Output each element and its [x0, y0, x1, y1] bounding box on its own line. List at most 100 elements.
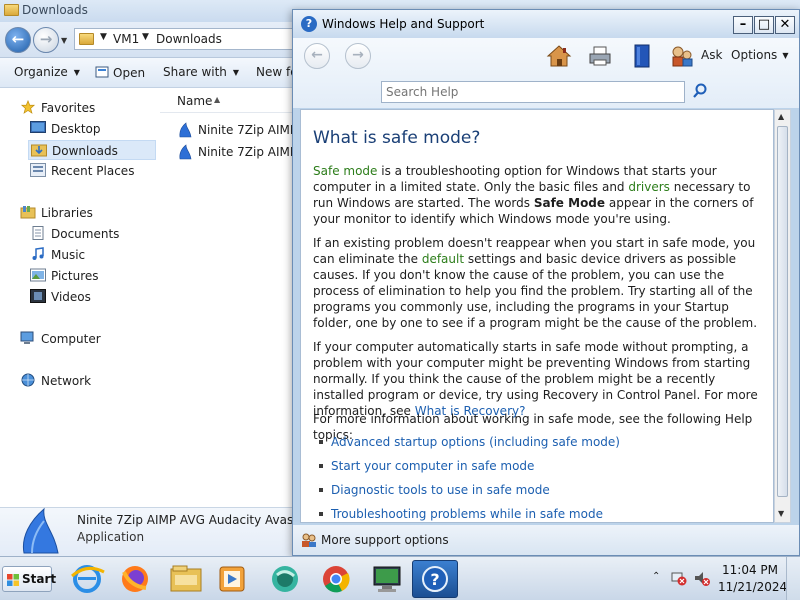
ask-icon[interactable]: [669, 43, 695, 69]
windows-logo-icon: [7, 574, 19, 586]
help-topic-link[interactable]: Start your computer in safe mode: [319, 459, 534, 473]
minimize-button[interactable]: –: [733, 16, 753, 34]
forward-button[interactable]: →: [33, 27, 59, 53]
nav-computer[interactable]: Computer: [18, 329, 156, 349]
maximize-button[interactable]: □: [754, 16, 774, 34]
safe-mode-glossary-link[interactable]: Safe mode: [313, 164, 377, 178]
bullet-icon: [319, 488, 323, 492]
action-center-icon[interactable]: [670, 569, 688, 587]
organize-label: Organize: [14, 65, 68, 79]
nav-item-documents[interactable]: Documents: [28, 224, 156, 244]
help-title-bar[interactable]: ? Windows Help and Support – □ ✕: [293, 10, 799, 38]
browse-help-icon[interactable]: [629, 43, 655, 69]
scroll-down-icon[interactable]: ▼: [778, 509, 784, 518]
help-topic-link[interactable]: Troubleshooting problems while in safe m…: [319, 507, 603, 521]
chevron-down-icon[interactable]: ▼: [100, 32, 107, 42]
clock-time[interactable]: 11:04 PM: [722, 563, 778, 577]
organize-button[interactable]: Organize ▼: [14, 65, 80, 79]
article-title: What is safe mode?: [313, 128, 481, 148]
file-row[interactable]: Ninite 7Zip AIMP: [175, 142, 292, 162]
help-topic-link[interactable]: Advanced startup options (including safe…: [319, 435, 620, 449]
search-help-input[interactable]: [381, 81, 685, 103]
show-desktop-button[interactable]: [786, 557, 800, 600]
back-button[interactable]: ←: [5, 27, 31, 53]
help-icon: ?: [301, 16, 317, 32]
nav-item-desktop[interactable]: Desktop: [28, 119, 156, 139]
nav-network-label: Network: [41, 374, 92, 388]
open-button[interactable]: Open: [95, 65, 145, 80]
chevron-down-icon[interactable]: ▼: [142, 32, 149, 42]
start-label: Start: [22, 572, 57, 586]
help-topic-label: Advanced startup options (including safe…: [331, 435, 620, 449]
scrollbar-thumb[interactable]: [777, 126, 788, 497]
address-box[interactable]: ▼ VM1 ▼ Downloads: [74, 28, 296, 50]
help-toolbar: ← → Ask Options ▼: [293, 38, 799, 108]
nav-favorites[interactable]: Favorites: [18, 98, 156, 118]
start-button[interactable]: Start: [2, 566, 56, 592]
windows-explorer-icon[interactable]: [163, 560, 209, 598]
messenger-icon[interactable]: [262, 560, 308, 598]
downloads-folder-icon: [31, 144, 47, 157]
share-with-label: Share with: [163, 65, 227, 79]
sort-ascending-icon: ▲: [214, 95, 221, 104]
options-menu[interactable]: Options ▼: [731, 48, 788, 62]
arrow-left-icon: ←: [311, 47, 323, 63]
nav-item-videos[interactable]: Videos: [28, 287, 156, 307]
vertical-scrollbar[interactable]: ▲ ▼: [774, 109, 791, 523]
details-file-type: Application: [77, 530, 145, 544]
ninite-installer-icon: [179, 122, 192, 138]
more-support-options-link[interactable]: More support options: [321, 533, 449, 547]
help-topic-label: Troubleshooting problems while in safe m…: [331, 507, 603, 521]
default-glossary-link[interactable]: default: [422, 252, 464, 266]
help-article: What is safe mode? Safe mode is a troubl…: [300, 109, 774, 523]
pictures-icon: [30, 268, 46, 282]
desktop-icon: [30, 121, 46, 133]
help-topic-link[interactable]: Diagnostic tools to use in safe mode: [319, 483, 550, 497]
computer-monitor-icon[interactable]: [364, 560, 410, 598]
videos-icon: [30, 289, 46, 303]
file-row[interactable]: Ninite 7Zip AIMP: [175, 120, 292, 140]
svg-text:?: ?: [430, 570, 439, 589]
forward-button[interactable]: →: [345, 43, 371, 69]
help-and-support-taskbar-button[interactable]: ?: [412, 560, 458, 598]
media-player-icon[interactable]: [209, 560, 255, 598]
help-status-bar: More support options: [293, 525, 799, 555]
show-hidden-icons-button[interactable]: ⌃: [652, 571, 660, 582]
nav-libraries[interactable]: Libraries: [18, 203, 156, 223]
internet-explorer-icon[interactable]: [64, 560, 110, 598]
nav-network[interactable]: Network: [18, 371, 156, 391]
close-button[interactable]: ✕: [775, 16, 795, 34]
explorer-title: Downloads: [22, 3, 88, 17]
help-topic-label: Start your computer in safe mode: [331, 459, 535, 473]
nav-item-label: Music: [51, 248, 86, 262]
nav-item-label: Recent Places: [51, 164, 135, 178]
nav-item-music[interactable]: Music: [28, 245, 156, 265]
breadcrumb-vm1[interactable]: VM1: [113, 32, 139, 46]
chrome-icon[interactable]: [313, 560, 359, 598]
nav-item-recent-places[interactable]: Recent Places: [28, 161, 156, 181]
breadcrumb-downloads[interactable]: Downloads: [156, 32, 222, 46]
ask-button[interactable]: Ask: [701, 48, 722, 62]
help-topic-label: Diagnostic tools to use in safe mode: [331, 483, 550, 497]
column-header-label: Name: [177, 94, 213, 108]
print-icon[interactable]: [587, 43, 613, 69]
home-icon[interactable]: [546, 43, 572, 69]
nav-item-pictures[interactable]: Pictures: [28, 266, 156, 286]
nav-item-downloads[interactable]: Downloads: [28, 140, 156, 160]
close-icon: ✕: [779, 17, 791, 32]
maximize-icon: □: [757, 17, 771, 32]
support-people-icon: [302, 533, 316, 547]
scroll-up-icon[interactable]: ▲: [778, 112, 784, 121]
recent-pages-dropdown[interactable]: ▼: [61, 36, 67, 45]
share-with-button[interactable]: Share with ▼: [163, 65, 239, 79]
search-icon[interactable]: [691, 82, 709, 102]
file-name: Ninite 7Zip AIMP: [198, 145, 292, 159]
drivers-glossary-link[interactable]: drivers: [628, 180, 670, 194]
file-name: Ninite 7Zip AIMP: [198, 123, 292, 137]
help-window: ? Windows Help and Support – □ ✕ ← → Ask…: [292, 9, 800, 556]
firefox-icon[interactable]: [112, 560, 158, 598]
clock-date[interactable]: 11/21/2024: [718, 580, 787, 594]
volume-icon[interactable]: [693, 569, 711, 587]
column-header-name[interactable]: Name ▲: [160, 89, 292, 113]
back-button[interactable]: ←: [304, 43, 330, 69]
